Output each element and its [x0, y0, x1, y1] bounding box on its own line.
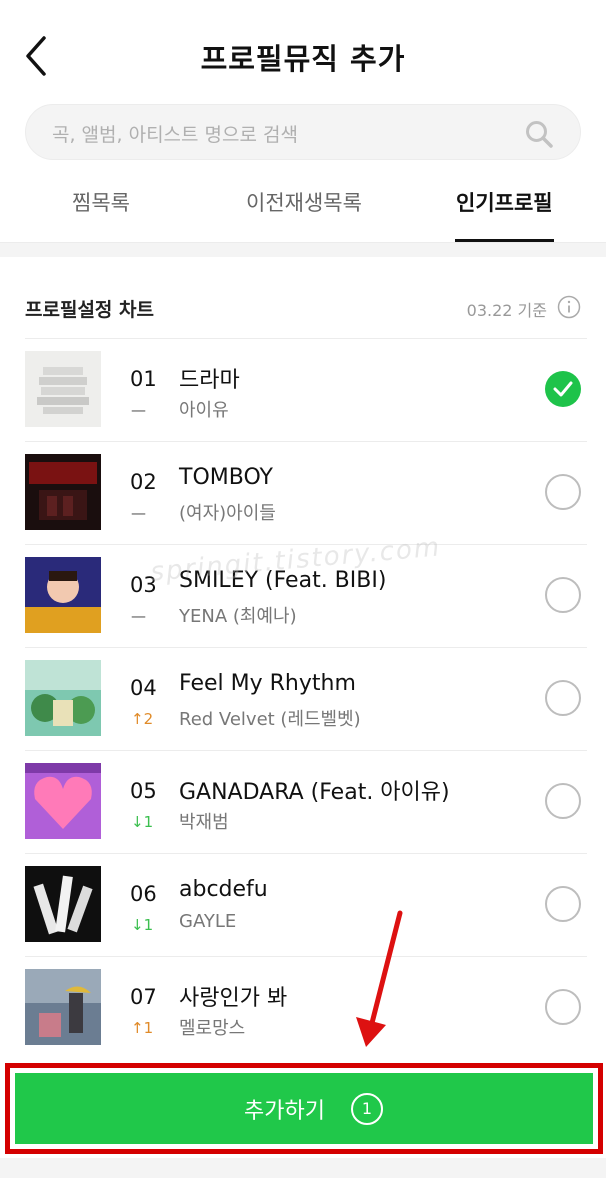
select-checkbox[interactable]	[545, 886, 581, 922]
chart-row[interactable]: 03 — SMILEY (Feat. BIBI) YENA (최예나)	[25, 544, 587, 646]
rank-change: ↓1	[131, 813, 154, 831]
select-checkbox[interactable]	[545, 680, 581, 716]
select-checkbox[interactable]	[545, 989, 581, 1025]
artist-name: 박재범	[179, 812, 229, 833]
selected-count-badge: 1	[351, 1093, 383, 1125]
rank-change: ↑1	[131, 1019, 154, 1037]
song-title: abcdefu	[179, 877, 268, 902]
search-placeholder: 곡, 앨범, 아티스트 명으로 검색	[52, 124, 298, 146]
tab-recent-plays[interactable]: 이전재생목록	[246, 187, 362, 217]
select-checkbox[interactable]	[545, 371, 581, 407]
album-art	[25, 351, 101, 427]
chart-row[interactable]: 07 ↑1 사랑인가 봐 멜로망스	[25, 956, 587, 1058]
chart-row[interactable]: 04 ↑2 Feel My Rhythm Red Velvet (레드벨벳)	[25, 647, 587, 749]
artist-name: 아이유	[179, 400, 229, 421]
select-checkbox[interactable]	[545, 577, 581, 613]
song-title: SMILEY (Feat. BIBI)	[179, 568, 387, 593]
rank-number: 03	[130, 573, 157, 597]
song-title: 사랑인가 봐	[179, 986, 288, 1011]
rank-number: 01	[130, 367, 157, 391]
page-title: 프로필뮤직 추가	[200, 42, 406, 76]
rank-change: —	[131, 607, 146, 625]
header: 프로필뮤직 추가	[0, 0, 606, 105]
song-title: 드라마	[179, 368, 240, 393]
album-art	[25, 866, 101, 942]
select-checkbox[interactable]	[545, 783, 581, 819]
info-icon[interactable]	[557, 295, 581, 319]
artist-name: GAYLE	[179, 911, 237, 932]
chart-row[interactable]: 06 ↓1 abcdefu GAYLE	[25, 853, 587, 955]
artist-name: YENA (최예나)	[179, 606, 297, 627]
rank-change: ↑2	[131, 710, 154, 728]
rank-number: 02	[130, 470, 157, 494]
search-input[interactable]: 곡, 앨범, 아티스트 명으로 검색	[25, 104, 581, 160]
artist-name: (여자)아이들	[179, 503, 276, 524]
album-art	[25, 454, 101, 530]
add-button[interactable]: 추가하기 1	[15, 1073, 593, 1144]
rank-change: —	[131, 504, 146, 522]
album-art	[25, 557, 101, 633]
chart-row[interactable]: 02 — TOMBOY (여자)아이들	[25, 441, 587, 543]
section-divider	[0, 243, 606, 257]
tab-wishlist[interactable]: 찜목록	[72, 187, 130, 217]
rank-number: 07	[130, 985, 157, 1009]
rank-change: —	[131, 401, 146, 419]
chart-row[interactable]: 05 ↓1 GANADARA (Feat. 아이유) 박재범	[25, 750, 587, 852]
artist-name: 멜로망스	[179, 1018, 246, 1039]
rank-number: 06	[130, 882, 157, 906]
album-art	[25, 763, 101, 839]
bottom-bar	[0, 1158, 606, 1178]
album-art	[25, 969, 101, 1045]
rank-change: ↓1	[131, 916, 154, 934]
tab-bar: 찜목록 이전재생목록 인기프로필	[0, 165, 606, 243]
section-title: 프로필설정 차트	[25, 299, 154, 321]
check-icon	[553, 381, 573, 397]
song-title: GANADARA (Feat. 아이유)	[179, 780, 450, 805]
add-button-label: 추가하기	[244, 1099, 325, 1124]
song-title: TOMBOY	[179, 465, 273, 490]
rank-number: 04	[130, 676, 157, 700]
active-tab-indicator	[455, 239, 554, 242]
chart-row[interactable]: 01 — 드라마 아이유	[25, 338, 587, 440]
select-checkbox[interactable]	[545, 474, 581, 510]
chart-date: 03.22 기준	[466, 301, 547, 320]
tab-popular-profile[interactable]: 인기프로필	[456, 187, 553, 217]
chart-section-header: 프로필설정 차트 03.22 기준	[25, 293, 581, 323]
highlight-frame: 추가하기 1	[5, 1063, 603, 1154]
search-icon[interactable]	[524, 119, 554, 149]
artist-name: Red Velvet (레드벨벳)	[179, 709, 361, 730]
album-art	[25, 660, 101, 736]
song-title: Feel My Rhythm	[179, 671, 356, 696]
rank-number: 05	[130, 779, 157, 803]
